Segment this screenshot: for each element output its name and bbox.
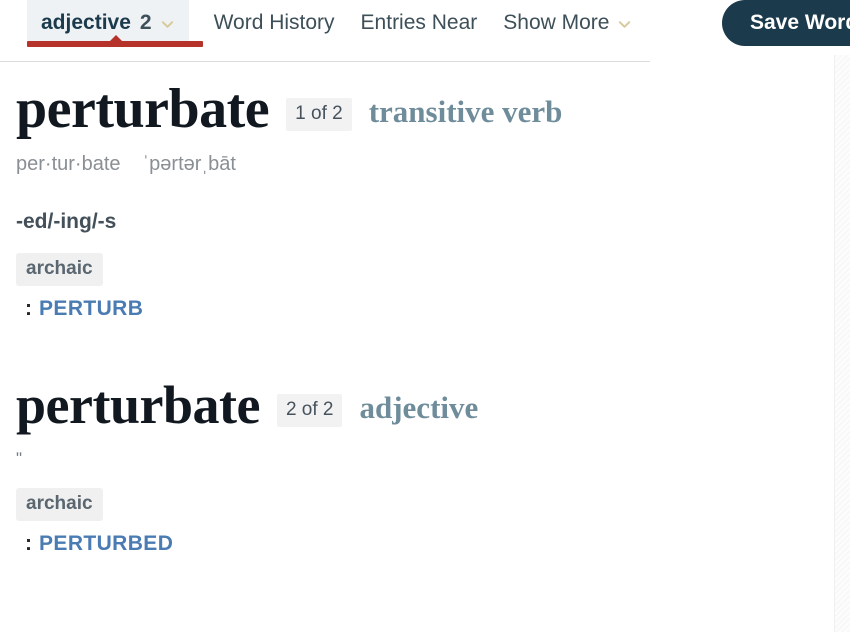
entry-2: perturbate 2 of 2 adjective ʺ archaic : … [16,359,834,556]
tab-entries-near[interactable]: Entries Near [348,0,491,46]
entry-1-header: perturbate 1 of 2 transitive verb [16,62,834,139]
entry-1-definition: : PERTURB [25,297,834,321]
entry-1-sense: archaic : PERTURB [16,253,834,321]
tab-word-history[interactable]: Word History [201,0,348,46]
entry-1-count-badge: 1 of 2 [286,98,352,131]
tab-show-more[interactable]: Show More [490,0,645,46]
entry-2-definition: : PERTURBED [25,532,834,556]
dictionary-entries: perturbate 1 of 2 transitive verb per·tu… [0,62,850,632]
tab-word-history-label: Word History [213,11,335,34]
entry-2-count-badge: 2 of 2 [276,394,343,427]
active-tab-caret [109,35,123,42]
tab-adjective[interactable]: adjective 2 [27,0,189,46]
tab-entries-near-label: Entries Near [360,11,478,34]
entry-2-ditto-mark: ʺ [16,449,24,468]
entry-1-usage-label: archaic [16,253,103,286]
tab-show-more-label: Show More [503,11,610,34]
entry-2-part-of-speech: adjective [359,390,479,425]
entry-1-headword: perturbate [16,78,270,140]
entry-1: perturbate 1 of 2 transitive verb per·tu… [16,62,834,321]
entry-2-sense: archaic : PERTURBED [16,488,834,556]
definition-colon: : [25,532,32,555]
entry-1-pronunciation: ˈpərtərˌbāt [142,153,236,175]
entry-1-meta: per·tur·bate ˈpərtərˌbāt [16,153,834,176]
chevron-down-icon[interactable] [160,17,175,32]
save-word-button[interactable]: Save Word [722,0,850,46]
entry-2-usage-label: archaic [16,488,103,521]
entry-1-part-of-speech: transitive verb [368,94,563,129]
entry-nav-bar: adjective 2 Word History Entries Near Sh… [0,0,850,47]
definition-colon: : [25,297,32,320]
entry-2-headword: perturbate [16,375,260,435]
entry-1-inflections: -ed/-ing/-s [16,210,117,233]
entry-2-header: perturbate 2 of 2 adjective [16,359,834,435]
tab-adjective-label: adjective [41,11,131,34]
tab-adjective-count: 2 [139,11,152,34]
chevron-down-icon[interactable] [617,17,632,32]
entry-2-cross-reference-link[interactable]: PERTURBED [39,532,173,556]
entry-1-cross-reference-link[interactable]: PERTURB [39,297,143,321]
entry-1-syllables: per·tur·bate [16,153,121,175]
